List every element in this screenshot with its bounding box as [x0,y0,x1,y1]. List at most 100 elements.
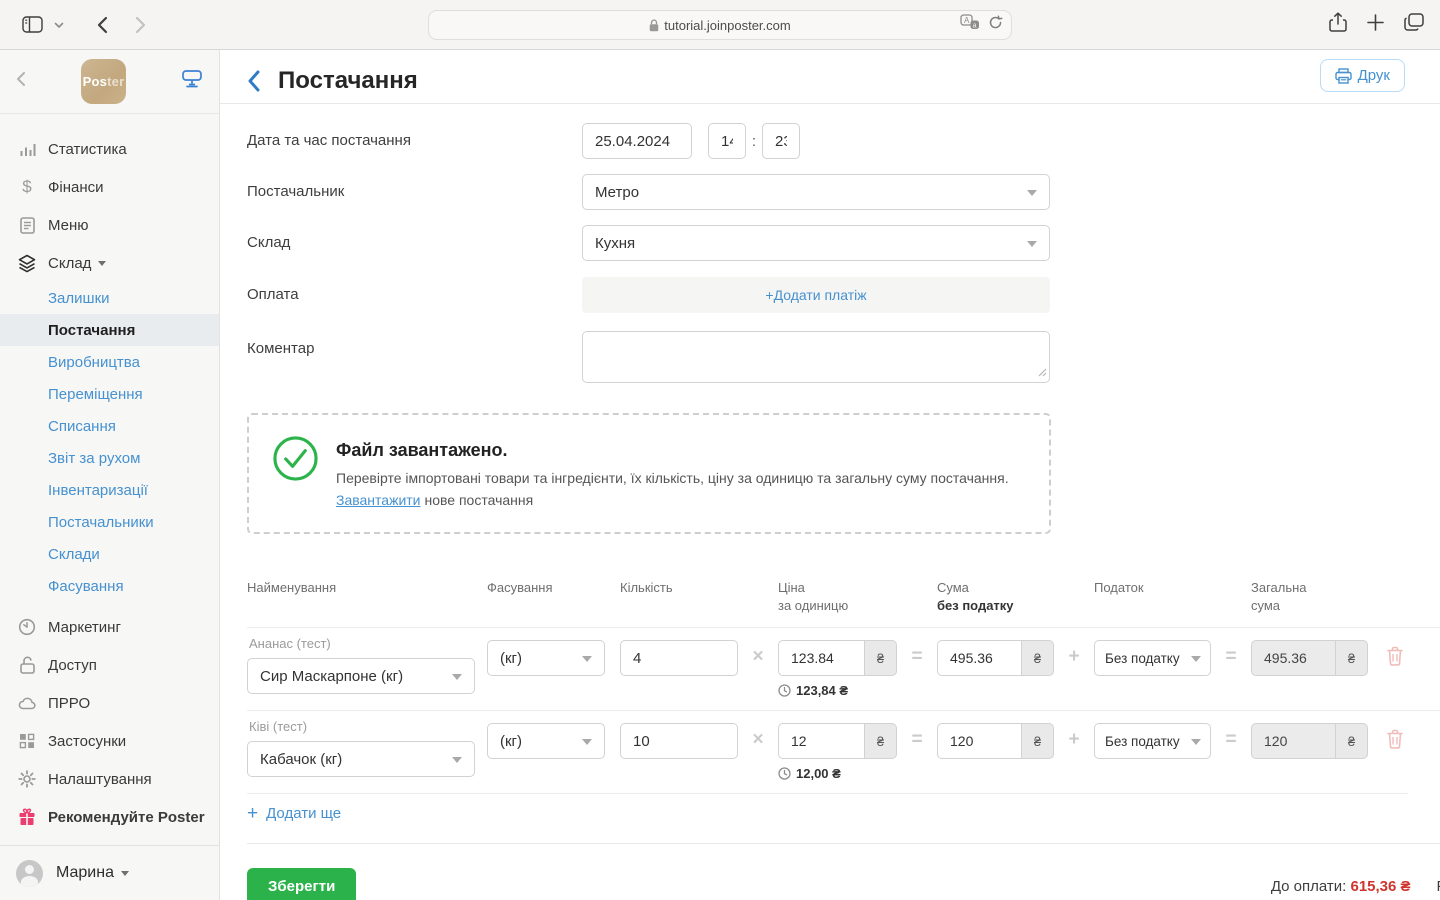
imported-name-hint: Ананас (тест) [247,636,475,651]
tax-select[interactable]: Без податку [1094,640,1211,676]
sidebar-item-warehouse[interactable]: Склад [0,244,219,282]
grand-total: Разом: 615,36 ₴ [1437,878,1440,895]
add-payment-link[interactable]: +Додати платіж [765,287,866,303]
packing-select[interactable]: (кг) [487,640,605,676]
sidebar-item-suppliers[interactable]: Постачальники [0,506,219,538]
resize-grip[interactable] [1038,364,1047,382]
comment-input[interactable] [582,331,1050,383]
translate-icon[interactable]: Aa [960,14,980,33]
total-field: ₴ [1251,640,1368,676]
currency-addon: ₴ [864,723,897,759]
sidebar-item-packing[interactable]: Фасування [0,570,219,602]
sum-field: ₴ [937,723,1054,759]
sidebar-item-menu[interactable]: Меню [0,206,219,244]
sidebar-toggle-icon[interactable] [16,10,48,40]
sidebar-item-recommend[interactable]: Рекомендуйте Poster [0,798,219,836]
equals-operator: = [1211,729,1251,751]
sidebar-item-inventories[interactable]: Інвентаризації [0,474,219,506]
table-row: Ананас (тест) Сир Маскарпоне (кг) (кг) ×… [247,627,1440,710]
sidebar: Poster Статистика $ Фінанси Меню [0,50,220,900]
reload-icon[interactable] [988,15,1003,33]
new-tab-icon[interactable] [1367,14,1384,36]
chevron-down-icon[interactable] [54,16,64,34]
main-content: Постачання Друк Дата та час постачання :… [220,50,1440,900]
save-button[interactable]: Зберегти [247,868,356,900]
delete-row-button[interactable] [1386,646,1410,671]
total-field: ₴ [1251,723,1368,759]
user-name: Марина [56,864,114,882]
browser-toolbar: tutorial.joinposter.com Aa [0,0,1440,50]
product-select[interactable]: Сир Маскарпоне (кг) [247,658,475,694]
warehouse-select[interactable]: Кухня [582,225,1050,261]
back-icon[interactable] [86,10,118,40]
chevron-down-icon [121,871,129,876]
cloud-icon [18,696,36,710]
col-header-total: Загальнасума [1251,579,1368,615]
product-select[interactable]: Кабачок (кг) [247,741,475,777]
plus-icon: + [247,804,258,823]
print-button[interactable]: Друк [1320,59,1405,92]
packing-select[interactable]: (кг) [487,723,605,759]
sidebar-item-prro[interactable]: ПРРО [0,684,219,722]
bar-chart-icon [18,141,36,158]
price-input[interactable] [778,640,864,676]
table-row: Ківі (тест) Кабачок (кг) (кг) × ₴ 12,00 … [247,710,1440,793]
sidebar-item-access[interactable]: Доступ [0,646,219,684]
comment-label: Коментар [247,331,582,357]
poster-logo[interactable]: Poster [81,59,126,104]
page-back-button[interactable] [247,70,260,92]
gift-icon [18,808,36,826]
col-header-packing: Фасування [487,579,605,615]
sidebar-item-leftovers[interactable]: Залишки [0,282,219,314]
sum-field: ₴ [937,640,1054,676]
sum-input[interactable] [937,723,1021,759]
qty-input[interactable] [620,723,738,759]
due-value: 615,36 ₴ [1350,878,1410,895]
multiply-operator: × [738,729,778,751]
layers-icon [18,254,36,273]
sidebar-item-supplies[interactable]: Постачання [0,314,219,346]
clock-icon [778,767,791,780]
hour-input[interactable] [708,123,746,159]
add-more-link[interactable]: + Додати ще [247,793,1408,835]
date-input[interactable] [582,123,692,159]
share-icon[interactable] [1329,12,1347,38]
sidebar-item-productions[interactable]: Виробництва [0,346,219,378]
address-bar[interactable]: tutorial.joinposter.com Aa [428,10,1012,40]
forward-icon[interactable] [124,10,156,40]
chevron-down-icon [98,261,106,266]
sidebar-item-apps[interactable]: Застосунки [0,722,219,760]
sidebar-item-writeoffs[interactable]: Списання [0,410,219,442]
sidebar-item-movement-report[interactable]: Звіт за рухом [0,442,219,474]
sidebar-item-finance[interactable]: $ Фінанси [0,168,219,206]
notice-link-suffix: нове постачання [425,492,534,508]
trash-icon [1386,646,1404,666]
currency-addon: ₴ [864,640,897,676]
supplier-select[interactable]: Метро [582,174,1050,210]
tax-select[interactable]: Без податку [1094,723,1211,759]
payment-label: Оплата [247,277,582,303]
upload-again-link[interactable]: Завантажити [336,492,421,508]
multiply-operator: × [738,646,778,668]
sidebar-item-warehouses[interactable]: Склади [0,538,219,570]
sum-input[interactable] [937,640,1021,676]
price-input[interactable] [778,723,864,759]
collapse-sidebar-icon[interactable] [16,71,26,92]
sidebar-item-transfers[interactable]: Переміщення [0,378,219,410]
sidebar-item-marketing[interactable]: Маркетинг [0,608,219,646]
clock-icon [778,684,791,697]
sidebar-item-settings[interactable]: Налаштування [0,760,219,798]
gear-icon [18,770,36,788]
date-label: Дата та час постачання [247,123,582,149]
user-menu[interactable]: Марина [0,845,219,900]
currency-addon: ₴ [1335,723,1368,759]
printer-icon [1335,68,1352,84]
svg-text:A: A [964,16,970,25]
delete-row-button[interactable] [1386,729,1410,754]
tabs-overview-icon[interactable] [1404,13,1424,36]
qty-input[interactable] [620,640,738,676]
pos-terminal-icon[interactable] [181,69,203,94]
sidebar-item-statistics[interactable]: Статистика [0,130,219,168]
minute-input[interactable] [762,123,800,159]
currency-addon: ₴ [1335,640,1368,676]
